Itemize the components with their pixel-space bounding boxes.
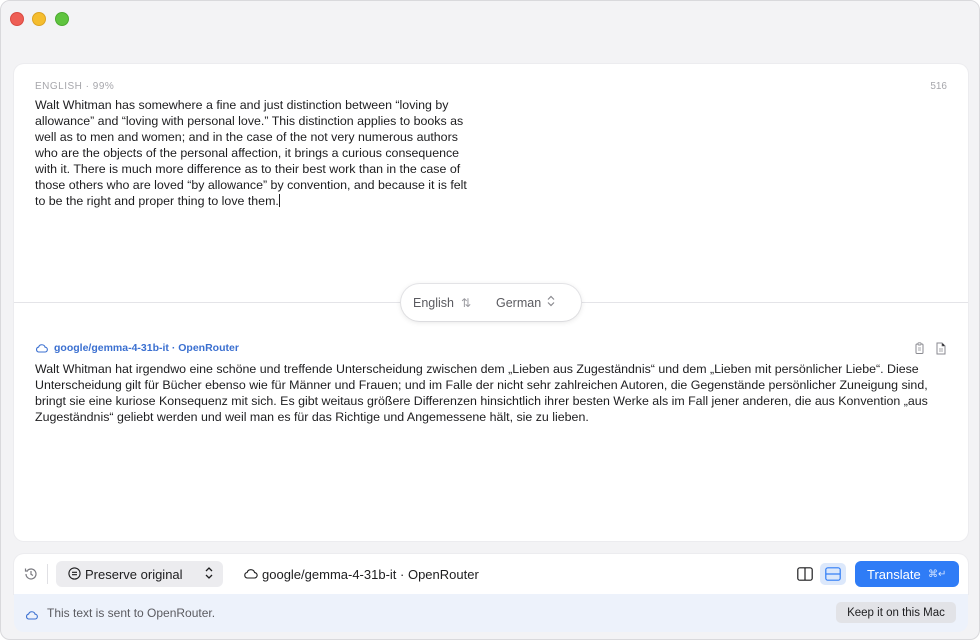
- copy-icon[interactable]: [915, 342, 926, 360]
- minimize-window-button[interactable]: [32, 12, 46, 26]
- privacy-notice-text: This text is sent to OpenRouter.: [47, 606, 216, 620]
- cloud-icon: [25, 607, 38, 625]
- text-caret: [278, 194, 280, 207]
- swap-arrows-icon[interactable]: ⇅: [461, 296, 471, 310]
- app-window: ENGLISH · 99% 516 Walt Whitman has somew…: [0, 0, 980, 640]
- preserve-original-label: Preserve original: [85, 566, 183, 582]
- result-model-name: google/gemma-4-31b-it · OpenRouter: [54, 342, 239, 354]
- toolbar-separator: [47, 564, 48, 584]
- close-window-button[interactable]: [10, 12, 24, 26]
- split-rows-icon: [825, 567, 841, 581]
- cloud-icon: [35, 343, 48, 353]
- character-count: 516: [930, 81, 947, 92]
- translate-button[interactable]: Translate ⌘↵: [855, 561, 959, 587]
- document-icon[interactable]: [936, 342, 946, 360]
- bottom-toolbar: Preserve original google/gemma-4-31b-it …: [14, 554, 968, 594]
- preserve-original-select[interactable]: Preserve original: [56, 561, 223, 587]
- updown-chevron-icon[interactable]: [547, 295, 555, 310]
- privacy-notice: This text is sent to OpenRouter. Keep it…: [14, 594, 968, 632]
- keep-on-mac-button[interactable]: Keep it on this Mac: [836, 602, 956, 623]
- result-model-label: google/gemma-4-31b-it · OpenRouter: [35, 342, 239, 354]
- equals-circle-icon: [68, 567, 81, 583]
- title-bar: [1, 1, 979, 41]
- keyboard-shortcut-hint: ⌘↵: [928, 568, 947, 580]
- maximize-window-button[interactable]: [55, 12, 69, 26]
- history-icon[interactable]: [23, 566, 39, 587]
- model-picker[interactable]: google/gemma-4-31b-it · OpenRouter: [243, 561, 479, 587]
- cloud-icon: [243, 567, 258, 582]
- stacked-layout-button[interactable]: [820, 563, 846, 585]
- translated-text: Walt Whitman hat irgendwo eine schöne un…: [35, 362, 928, 424]
- translate-label: Translate: [867, 566, 921, 582]
- source-text-input[interactable]: Walt Whitman has somewhere a fine and ju…: [35, 97, 480, 209]
- translation-card: ENGLISH · 99% 516 Walt Whitman has somew…: [14, 64, 968, 541]
- model-picker-label: google/gemma-4-31b-it · OpenRouter: [262, 566, 479, 582]
- source-language-detection: ENGLISH · 99%: [35, 81, 115, 92]
- language-selector: English ⇅ German: [401, 284, 581, 321]
- updown-chevron-icon: [205, 566, 213, 583]
- side-by-side-layout-button[interactable]: [792, 563, 818, 585]
- split-columns-icon: [797, 567, 813, 581]
- source-language-button[interactable]: English: [413, 296, 454, 310]
- source-text: Walt Whitman has somewhere a fine and ju…: [35, 98, 467, 208]
- target-language-button[interactable]: German: [496, 296, 541, 310]
